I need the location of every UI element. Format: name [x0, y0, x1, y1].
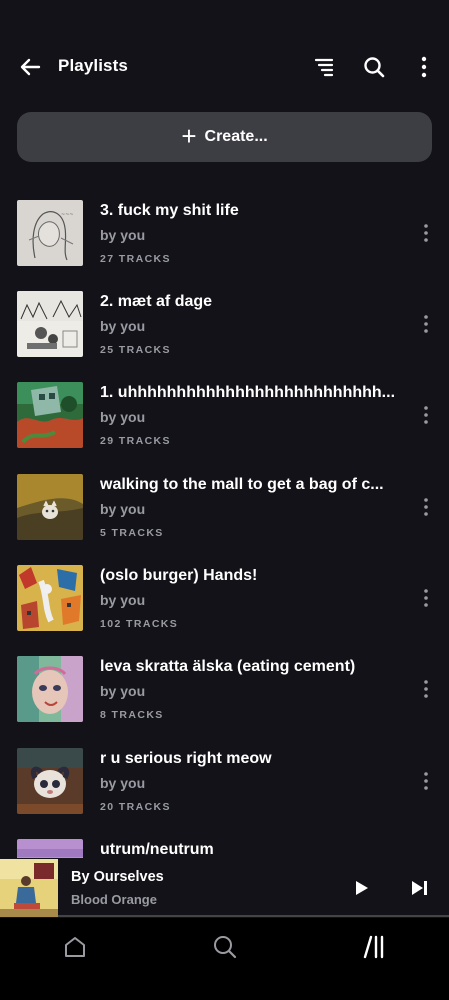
create-playlist-button[interactable]: + Create...: [17, 112, 432, 162]
overflow-menu-button[interactable]: [410, 53, 438, 81]
playlist-owner: by you: [100, 409, 146, 425]
search-button[interactable]: [360, 53, 388, 81]
search-icon: [214, 936, 237, 959]
sort-lines-icon: [314, 58, 334, 77]
mini-player[interactable]: By Ourselves Blood Orange: [0, 858, 449, 918]
top-app-bar: Playlists: [0, 44, 449, 90]
row-more-button[interactable]: [416, 405, 436, 425]
playlist-track-count: 25 TRACKS: [100, 344, 171, 356]
playlist-owner: by you: [100, 592, 146, 608]
playback-progress-bar: [58, 915, 449, 917]
page-title: Playlists: [58, 56, 128, 75]
playlist-row[interactable]: ~~~ 3. fuck my shit life by you 27 TRACK…: [0, 199, 449, 267]
back-button[interactable]: [16, 53, 44, 81]
row-more-button[interactable]: [416, 771, 436, 791]
create-label: Create...: [204, 128, 268, 145]
playlist-row[interactable]: leva skratta älska (eating cement) by yo…: [0, 655, 449, 723]
playlist-row[interactable]: 2. mæt af dage by you 25 TRACKS: [0, 290, 449, 358]
search-icon: [364, 57, 385, 78]
more-vertical-icon: [424, 772, 428, 790]
playlist-track-count: 29 TRACKS: [100, 435, 171, 447]
row-more-button[interactable]: [416, 314, 436, 334]
more-vertical-icon: [424, 315, 428, 333]
skip-next-icon: [412, 881, 427, 895]
playlist-row[interactable]: walking to the mall to get a bag of c...…: [0, 473, 449, 541]
playlist-title: leva skratta älska (eating cement): [100, 658, 356, 675]
playlist-track-count: 8 TRACKS: [100, 709, 164, 721]
more-vertical-icon: [424, 680, 428, 698]
skip-next-button[interactable]: [407, 876, 431, 900]
playlist-title: 3. fuck my shit life: [100, 202, 239, 219]
playlist-owner: by you: [100, 501, 146, 517]
playlist-row[interactable]: (oslo burger) Hands! by you 102 TRACKS: [0, 564, 449, 632]
tab-search[interactable]: [210, 932, 240, 962]
arrow-left-icon: [20, 58, 41, 76]
playlist-track-count: 20 TRACKS: [100, 801, 171, 813]
playlist-track-count: 102 TRACKS: [100, 618, 179, 630]
more-vertical-icon: [424, 406, 428, 424]
playlist-title: (oslo burger) Hands!: [100, 567, 258, 584]
playlist-cover: ~~~: [17, 200, 83, 266]
play-icon: [356, 881, 368, 895]
playlist-track-count: 5 TRACKS: [100, 527, 164, 539]
more-vertical-icon: [421, 56, 427, 78]
home-icon: [65, 937, 85, 957]
playlist-owner: by you: [100, 775, 146, 791]
playlist-title: utrum/neutrum: [100, 841, 214, 858]
playlist-cover: [17, 474, 83, 540]
svg-text:~~~: ~~~: [61, 212, 74, 218]
playlist-cover: [17, 565, 83, 631]
now-playing-title: By Ourselves: [71, 869, 164, 885]
row-more-button[interactable]: [416, 223, 436, 243]
playlist-title: 1. uhhhhhhhhhhhhhhhhhhhhhhhhhh...: [100, 384, 396, 401]
tab-library[interactable]: [359, 932, 389, 962]
now-playing-artist: Blood Orange: [71, 892, 157, 907]
playlist-cover: [17, 748, 83, 814]
play-button[interactable]: [349, 876, 373, 900]
playlist-cover: [17, 656, 83, 722]
row-more-button[interactable]: [416, 588, 436, 608]
plus-icon: +: [181, 120, 197, 151]
library-icon: [363, 935, 384, 959]
playlist-row[interactable]: 1. uhhhhhhhhhhhhhhhhhhhhhhhhhh... by you…: [0, 381, 449, 449]
sort-button[interactable]: [310, 53, 338, 81]
tab-home[interactable]: [60, 932, 90, 962]
row-more-button[interactable]: [416, 497, 436, 517]
now-playing-cover: [0, 859, 58, 917]
playlist-title: walking to the mall to get a bag of c...: [100, 476, 384, 493]
playlist-track-count: 27 TRACKS: [100, 253, 171, 265]
playlist-cover: [17, 291, 83, 357]
playlist-row[interactable]: r u serious right meow by you 20 TRACKS: [0, 747, 449, 815]
playlist-owner: by you: [100, 227, 146, 243]
playlist-owner: by you: [100, 683, 146, 699]
row-more-button[interactable]: [416, 679, 436, 699]
more-vertical-icon: [424, 589, 428, 607]
bottom-tab-bar: [0, 918, 449, 1000]
playlist-owner: by you: [100, 318, 146, 334]
playlist-title: 2. mæt af dage: [100, 293, 213, 310]
playlist-cover: [17, 382, 83, 448]
more-vertical-icon: [424, 224, 428, 242]
playlist-title: r u serious right meow: [100, 750, 272, 767]
more-vertical-icon: [424, 498, 428, 516]
